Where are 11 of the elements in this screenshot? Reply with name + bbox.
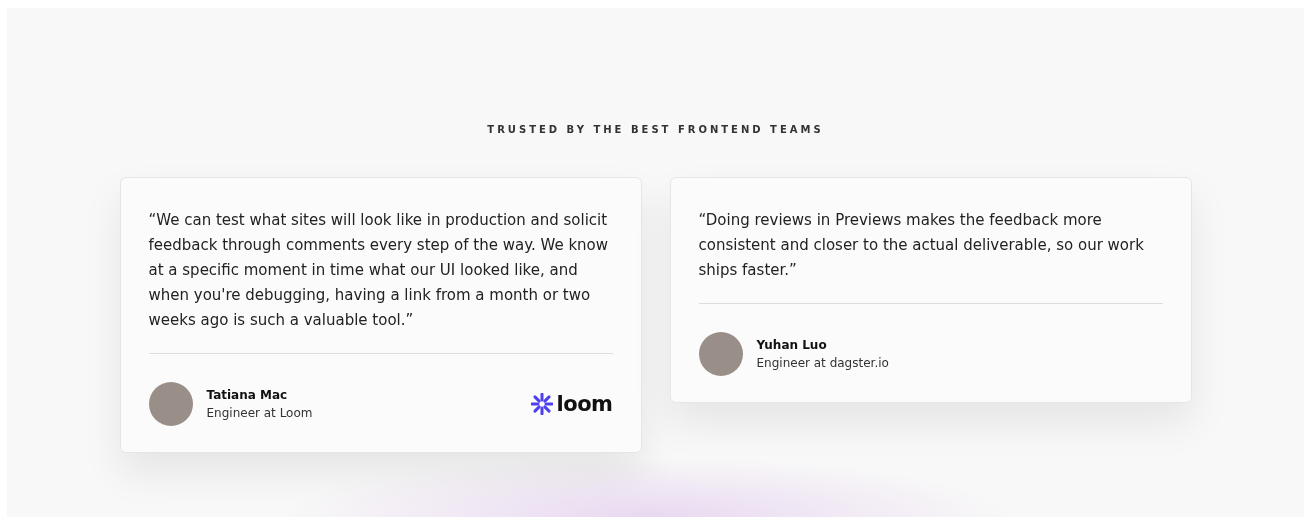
avatar-placeholder xyxy=(148,382,193,426)
section-heading: TRUSTED BY THE BEST FRONTEND TEAMS xyxy=(487,124,824,135)
company-logo-text: loom xyxy=(556,392,613,416)
avatar-placeholder xyxy=(698,332,743,376)
author-role: Engineer at dagster.io xyxy=(756,356,890,370)
author-name: Tatiana Mac xyxy=(206,388,289,402)
author-role: Engineer at Loom xyxy=(206,406,314,420)
testimonial-quote: “We can test what sites will look like in production and solicit feedback through comments every step of the way. We know at a specific moment in time what our UI looked like, and when you're debugging, having a link from a month or two weeks ago is such a valuable tool.” xyxy=(148,210,610,331)
author-name: Yuhan Luo xyxy=(756,338,828,352)
testimonial-quote: “Doing reviews in Previews makes the feedback more consistent and closer to the actual deliverable, so our work ships faster.” xyxy=(698,210,1145,281)
starburst-icon xyxy=(530,393,553,415)
